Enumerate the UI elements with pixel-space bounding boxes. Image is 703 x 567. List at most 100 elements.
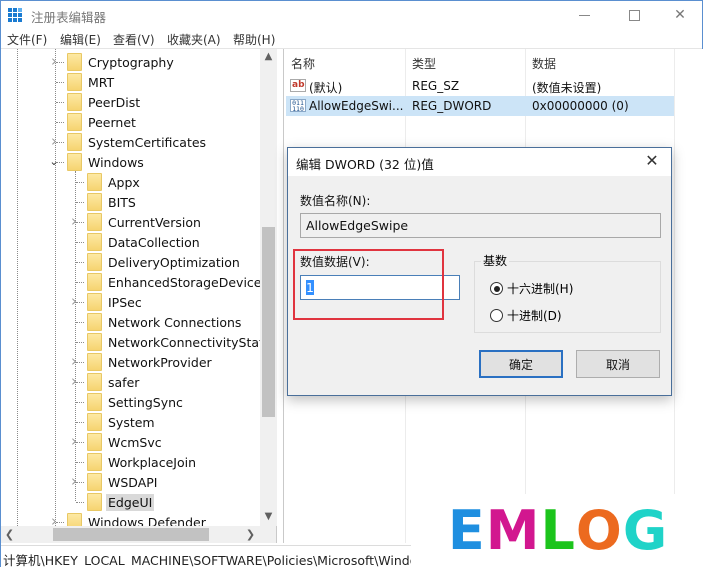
tree-item[interactable]: Peernet <box>67 112 138 132</box>
tree-item[interactable]: EdgeUI <box>87 492 155 512</box>
chevron-down-icon[interactable]: ⌄ <box>49 155 59 168</box>
chevron-right-icon[interactable]: › <box>49 132 59 150</box>
value-name: (默认) <box>309 81 343 95</box>
menu-help[interactable]: 帮助(H) <box>233 31 275 48</box>
folder-icon <box>67 133 82 151</box>
folder-icon <box>87 473 102 491</box>
radio-decimal[interactable]: 十进制(D) <box>490 307 562 324</box>
cancel-button[interactable]: 取消 <box>576 350 660 378</box>
scroll-down-icon[interactable]: ▼ <box>260 511 277 522</box>
registry-path: 计算机\HKEY_LOCAL_MACHINE\SOFTWARE\Policies… <box>3 553 411 567</box>
folder-icon <box>87 413 102 431</box>
tree-item[interactable]: SystemCertificates <box>67 132 208 152</box>
tree-item-label: SettingSync <box>108 394 183 410</box>
dialog-title-bar: 编辑 DWORD (32 位)值 ✕ <box>288 148 671 176</box>
chevron-right-icon[interactable]: › <box>69 292 79 310</box>
watermark-letter: E <box>447 498 485 562</box>
radio-unchecked-icon <box>490 309 503 322</box>
scroll-right-icon[interactable]: ❯ <box>242 526 259 543</box>
watermark-letter: L <box>540 498 574 562</box>
title-bar: 注册表编辑器 ✕ <box>1 1 702 29</box>
tree-item[interactable]: DataCollection <box>87 232 202 252</box>
window-title: 注册表编辑器 <box>31 10 107 25</box>
value-row[interactable]: 011 110 AllowEdgeSwi... REG_DWORD 0x00000… <box>286 96 674 116</box>
minimize-button[interactable] <box>561 1 607 29</box>
tree-item-label: Appx <box>108 174 140 190</box>
tree-connector-line <box>76 282 84 283</box>
tree-item[interactable]: Appx <box>87 172 142 192</box>
folder-icon <box>87 213 102 231</box>
folder-icon <box>87 333 102 351</box>
tree-item[interactable]: NetworkProvider <box>87 352 214 372</box>
minimize-icon <box>578 14 590 16</box>
tree-item[interactable]: WcmSvc <box>87 432 164 452</box>
value-row[interactable]: ab (默认) REG_SZ (数值未设置) <box>286 76 674 96</box>
radio-hexadecimal[interactable]: 十六进制(H) <box>490 280 573 297</box>
dialog-close-button[interactable]: ✕ <box>641 151 663 170</box>
scroll-left-icon[interactable]: ❮ <box>1 526 18 543</box>
menu-file[interactable]: 文件(F) <box>7 31 47 48</box>
tree-item[interactable]: Network Connections <box>87 312 243 332</box>
tree-item[interactable]: SettingSync <box>87 392 185 412</box>
column-header-data[interactable]: 数据 <box>532 55 556 72</box>
scroll-thumb[interactable] <box>262 227 275 417</box>
tree-item-label: safer <box>108 374 140 390</box>
folder-icon <box>87 233 102 251</box>
menu-favorites[interactable]: 收藏夹(A) <box>167 31 221 48</box>
tree-item[interactable]: PeerDist <box>67 92 142 112</box>
folder-icon <box>67 113 82 131</box>
tree-connector-line <box>76 402 84 403</box>
maximize-button[interactable] <box>611 1 657 29</box>
menu-bar: 文件(F) 编辑(E) 查看(V) 收藏夹(A) 帮助(H) <box>1 29 702 49</box>
registry-editor-icon <box>8 8 23 23</box>
tree-item[interactable]: System <box>87 412 157 432</box>
tree-item[interactable]: BITS <box>87 192 138 212</box>
value-name-label: 数值名称(N): <box>300 194 371 208</box>
chevron-right-icon[interactable]: › <box>49 512 59 526</box>
registry-key-tree[interactable]: Cryptography › MRT PeerDist Peernet SystemCer… <box>1 49 277 526</box>
tree-item[interactable]: CurrentVersion <box>87 212 203 232</box>
tree-horizontal-scrollbar[interactable]: ❮ ❯ <box>1 526 277 543</box>
chevron-right-icon[interactable]: › <box>69 432 79 450</box>
tree-item[interactable]: NetworkConnectivityStatus <box>87 332 276 352</box>
menu-view[interactable]: 查看(V) <box>113 31 155 48</box>
folder-icon <box>87 193 102 211</box>
column-header-type[interactable]: 类型 <box>412 55 436 72</box>
tree-item[interactable]: Windows <box>67 152 146 172</box>
close-button[interactable]: ✕ <box>657 1 703 29</box>
chevron-right-icon[interactable]: › <box>69 212 79 230</box>
tree-connector-line <box>56 102 64 103</box>
chevron-right-icon[interactable]: › <box>69 372 79 390</box>
tree-item[interactable]: MRT <box>67 72 116 92</box>
tree-item-label: WSDAPI <box>108 474 158 490</box>
tree-item-label: EdgeUI <box>106 493 155 511</box>
tree-item[interactable]: IPSec <box>87 292 144 312</box>
menu-edit[interactable]: 编辑(E) <box>60 31 101 48</box>
chevron-right-icon[interactable]: › <box>69 472 79 490</box>
chevron-right-icon[interactable]: › <box>69 352 79 370</box>
tree-vertical-scrollbar[interactable]: ▲ ▼ <box>260 49 277 526</box>
scroll-up-icon[interactable]: ▲ <box>260 51 277 62</box>
value-type: REG_SZ <box>412 79 460 93</box>
tree-item[interactable]: EnhancedStorageDevices <box>87 272 270 292</box>
folder-icon <box>87 293 102 311</box>
column-header-name[interactable]: 名称 <box>291 55 315 72</box>
tree-item[interactable]: safer <box>87 372 141 392</box>
tree-connector-line <box>76 462 84 463</box>
tree-item[interactable]: Windows Defender <box>67 512 208 526</box>
tree-item-label: BITS <box>108 194 136 210</box>
tree-connector-line <box>76 342 84 343</box>
string-value-icon: ab <box>290 79 306 92</box>
tree-item[interactable]: DeliveryOptimization <box>87 252 242 272</box>
chevron-right-icon[interactable]: › <box>49 52 59 70</box>
value-name-field: AllowEdgeSwipe <box>300 213 661 238</box>
tree-item[interactable]: Cryptography <box>67 52 176 72</box>
scroll-thumb[interactable] <box>53 528 209 541</box>
tree-item[interactable]: WorkplaceJoin <box>87 452 198 472</box>
watermark-letter: G <box>622 498 667 562</box>
tree-item[interactable]: WSDAPI <box>87 472 159 492</box>
ok-button[interactable]: 确定 <box>479 350 563 378</box>
folder-icon <box>87 313 102 331</box>
radio-label: 十进制(D) <box>507 309 562 323</box>
tree-connector-line <box>76 322 84 323</box>
